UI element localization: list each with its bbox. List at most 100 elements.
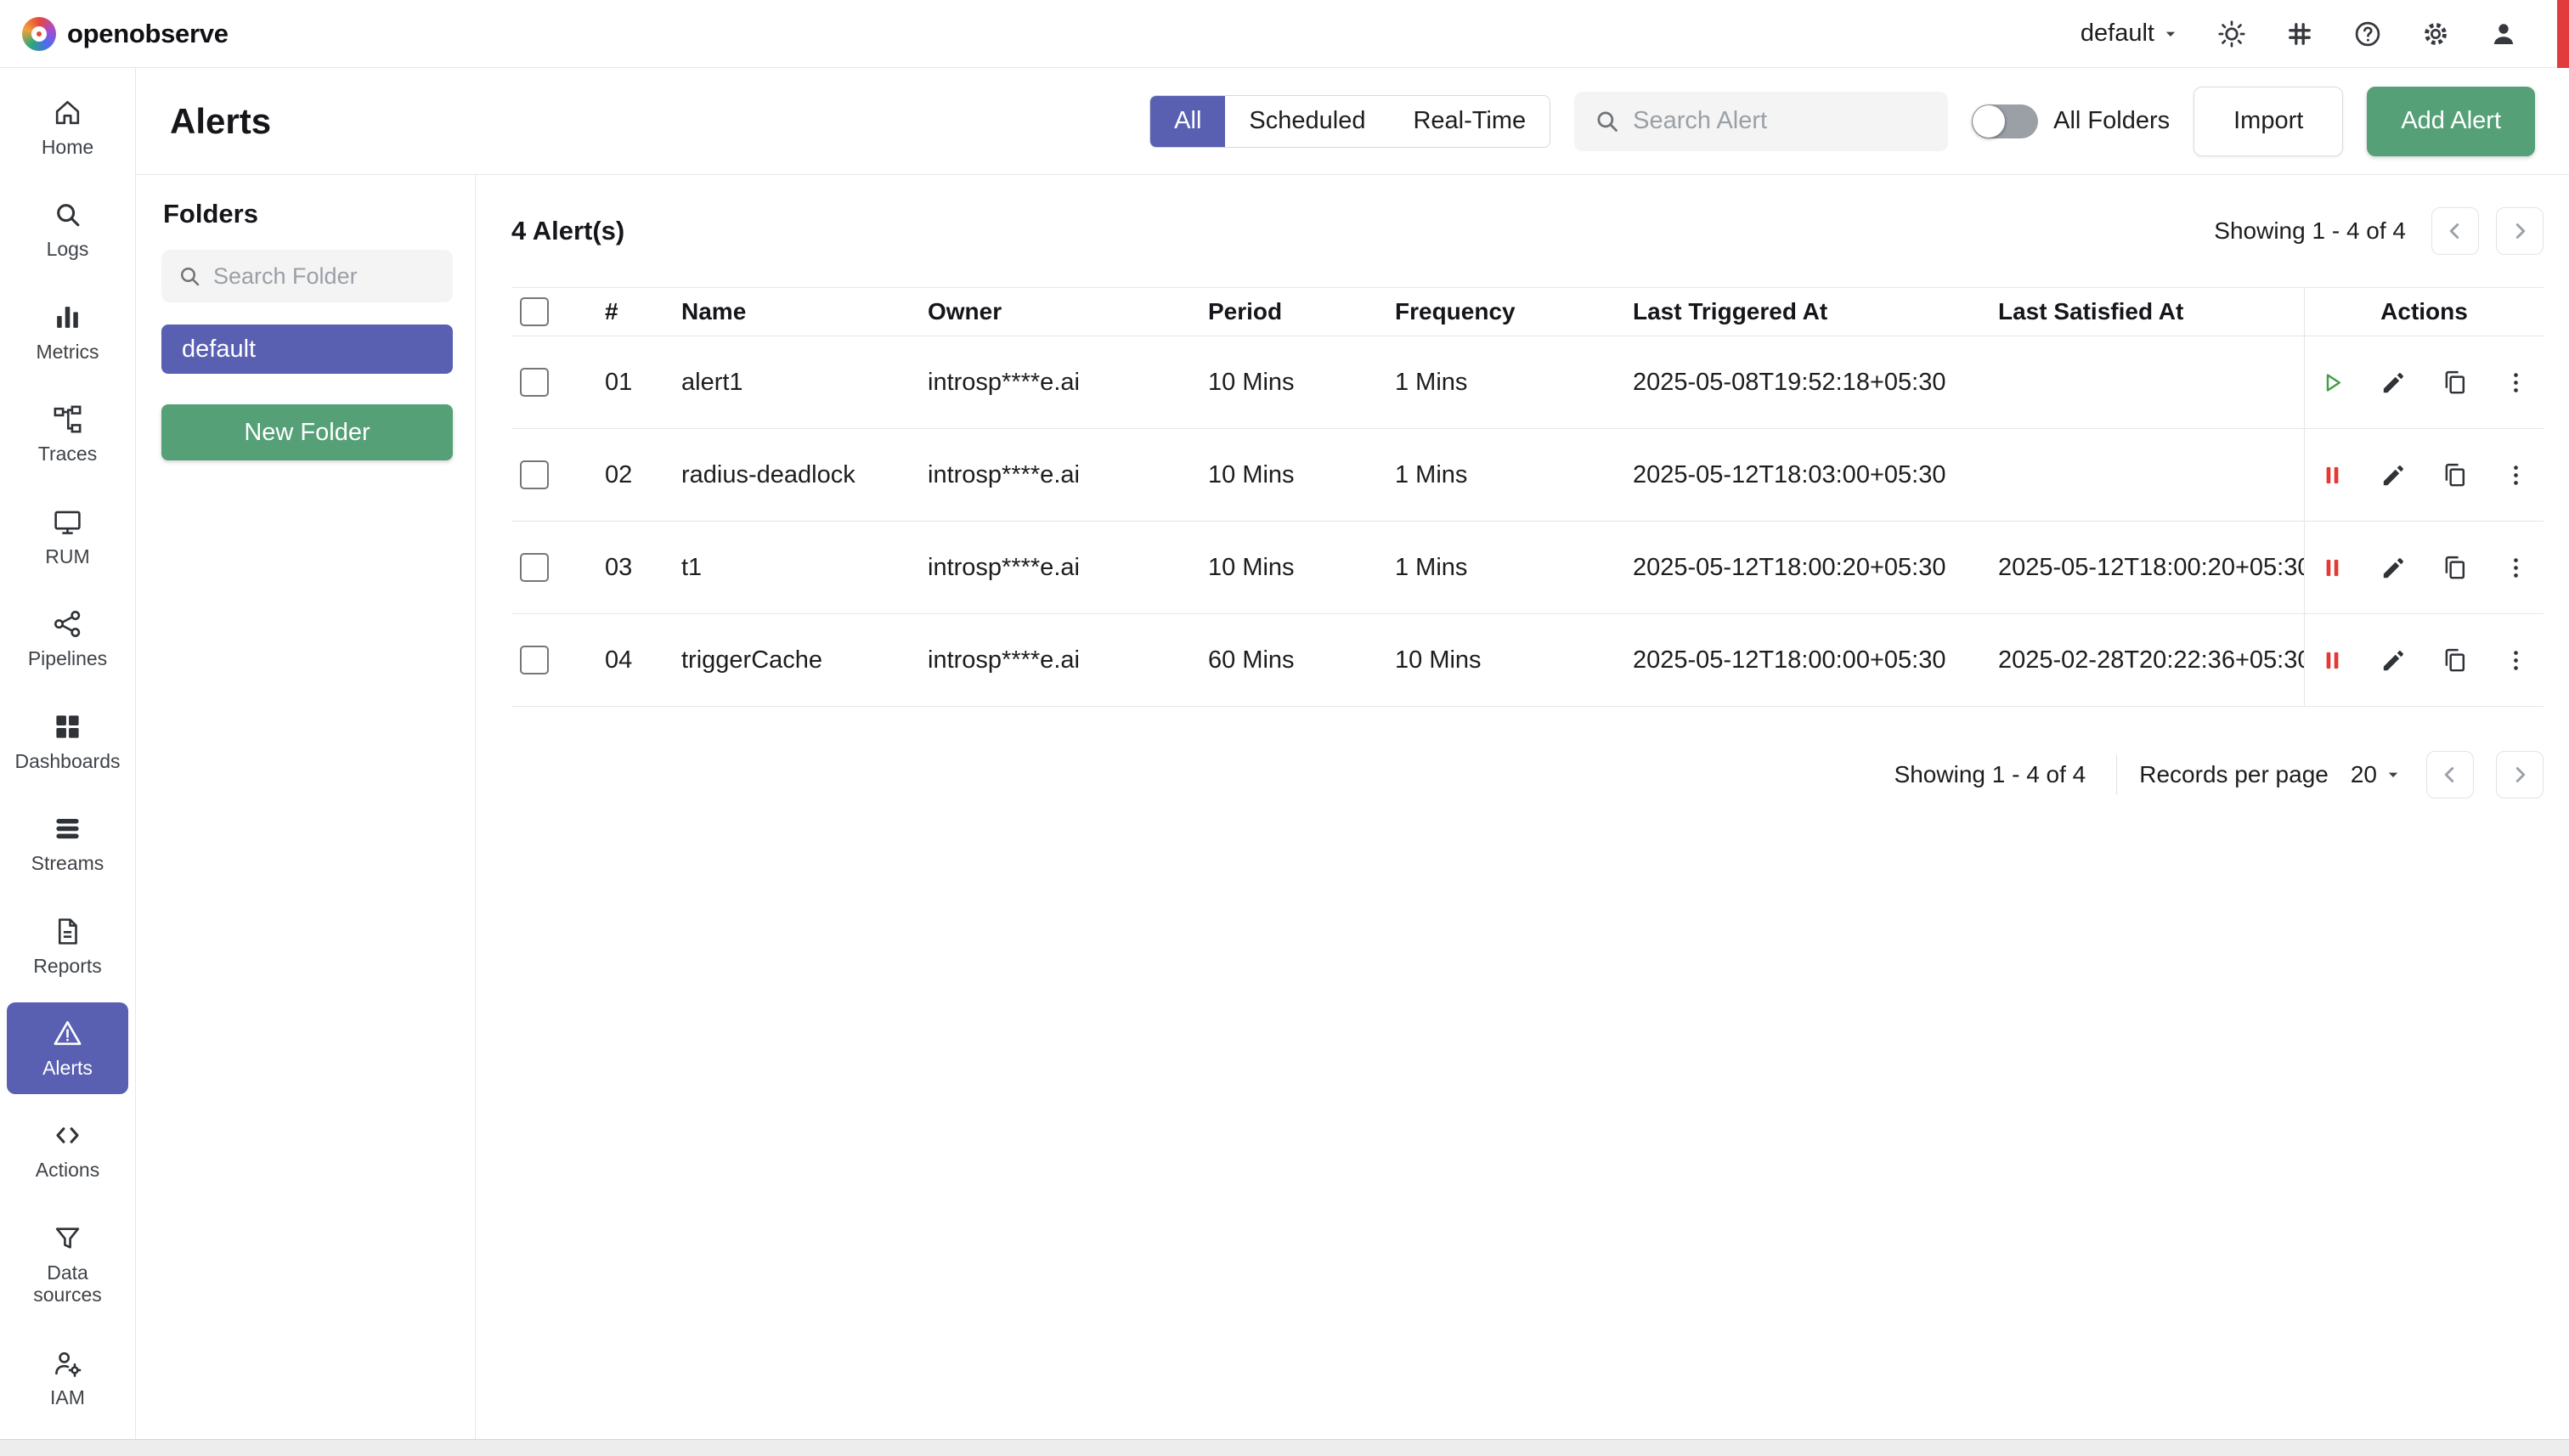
bottom-strip: [0, 1439, 2569, 1456]
row-checkbox[interactable]: [520, 646, 549, 674]
clone-alert-button[interactable]: [2437, 457, 2473, 493]
more-actions-button[interactable]: [2498, 642, 2534, 678]
table-row: 04 triggerCache introsp****e.ai 60 Mins …: [511, 614, 2544, 707]
chevron-left-icon: [2437, 762, 2463, 787]
all-folders-toggle[interactable]: [1972, 104, 2038, 138]
copy-icon: [2441, 369, 2469, 397]
alerts-table-pane: 4 Alert(s) Showing 1 - 4 of 4: [476, 175, 2569, 1439]
next-page-button-top[interactable]: [2496, 207, 2544, 255]
import-button[interactable]: Import: [2194, 87, 2343, 156]
sidebar-item-alerts[interactable]: Alerts: [7, 1002, 128, 1094]
sidebar-item-pipelines[interactable]: Pipelines: [7, 593, 128, 685]
home-icon: [52, 97, 83, 128]
prev-page-button-top[interactable]: [2431, 207, 2479, 255]
logo-text: openobserve: [67, 19, 229, 49]
main-area: Alerts All Scheduled Real-Time All Folde…: [136, 68, 2569, 1439]
user-gear-icon: [52, 1347, 83, 1379]
pencil-icon: [2380, 369, 2408, 397]
tab-scheduled[interactable]: Scheduled: [1225, 96, 1389, 147]
clone-alert-button[interactable]: [2437, 642, 2473, 678]
records-per-page-select[interactable]: 20: [2351, 761, 2404, 788]
sidebar-item-home[interactable]: Home: [7, 82, 128, 173]
clone-alert-button[interactable]: [2437, 550, 2473, 585]
row-checkbox[interactable]: [520, 553, 549, 582]
divider: [2116, 755, 2117, 794]
chevron-down-icon: [2382, 764, 2404, 786]
help-button[interactable]: [2350, 16, 2386, 52]
folders-title: Folders: [163, 199, 453, 229]
pipelines-icon: [52, 608, 83, 640]
edit-alert-button[interactable]: [2376, 457, 2412, 493]
search-icon: [177, 263, 202, 289]
user-icon: [2488, 19, 2519, 49]
top-bar: openobserve default: [0, 0, 2569, 68]
alert-type-tabs: All Scheduled Real-Time: [1149, 95, 1550, 148]
play-icon: [2318, 369, 2346, 397]
alert-search-box: [1574, 92, 1948, 151]
tab-real-time[interactable]: Real-Time: [1389, 96, 1550, 147]
next-page-button-bottom[interactable]: [2496, 751, 2544, 799]
edit-alert-button[interactable]: [2376, 550, 2412, 585]
sidebar-item-iam[interactable]: IAM: [7, 1332, 128, 1424]
warning-triangle-icon: [52, 1018, 83, 1049]
alert-name: triggerCache: [681, 646, 928, 674]
chevron-down-icon: [2160, 23, 2182, 45]
folders-panel: Folders default New Folder: [136, 175, 476, 1439]
select-all-checkbox[interactable]: [520, 297, 549, 326]
tab-all[interactable]: All: [1150, 96, 1225, 147]
org-selector[interactable]: default: [2081, 20, 2182, 48]
sidebar-item-rum[interactable]: RUM: [7, 491, 128, 583]
settings-button[interactable]: [2418, 16, 2453, 52]
sidebar-item-data-sources[interactable]: Data sources: [7, 1207, 128, 1322]
all-folders-toggle-group: All Folders: [1972, 104, 2170, 138]
alert-name: t1: [681, 554, 928, 582]
pause-alert-button[interactable]: [2315, 457, 2351, 493]
edit-alert-button[interactable]: [2376, 642, 2412, 678]
slack-icon: [2284, 19, 2315, 49]
row-checkbox[interactable]: [520, 460, 549, 489]
col-period: Period: [1208, 298, 1395, 325]
row-checkbox[interactable]: [520, 368, 549, 397]
copy-icon: [2441, 646, 2469, 674]
more-actions-button[interactable]: [2498, 457, 2534, 493]
more-actions-button[interactable]: [2498, 364, 2534, 400]
theme-toggle-button[interactable]: [2214, 16, 2250, 52]
slack-button[interactable]: [2282, 16, 2318, 52]
sidebar-item-actions[interactable]: Actions: [7, 1104, 128, 1196]
sidebar-item-logs[interactable]: Logs: [7, 183, 128, 275]
sidebar-item-traces[interactable]: Traces: [7, 388, 128, 480]
pause-alert-button[interactable]: [2315, 550, 2351, 585]
pencil-icon: [2380, 646, 2408, 674]
pencil-icon: [2380, 554, 2408, 582]
prev-page-button-bottom[interactable]: [2426, 751, 2474, 799]
table-header-row: # Name Owner Period Frequency Last Trigg…: [511, 287, 2544, 336]
folder-item-default[interactable]: default: [161, 324, 453, 374]
pause-alert-button[interactable]: [2315, 642, 2351, 678]
pause-icon: [2318, 461, 2346, 489]
table-row: 03 t1 introsp****e.ai 10 Mins 1 Mins 202…: [511, 522, 2544, 614]
search-folder-input[interactable]: [213, 263, 438, 290]
document-icon: [52, 916, 83, 947]
search-alert-input[interactable]: [1633, 107, 1929, 135]
add-alert-button[interactable]: Add Alert: [2367, 87, 2535, 156]
gear-icon: [2420, 19, 2451, 49]
sidebar-item-reports[interactable]: Reports: [7, 900, 128, 992]
col-num: #: [605, 298, 681, 325]
page-title: Alerts: [170, 101, 271, 142]
edit-alert-button[interactable]: [2376, 364, 2412, 400]
sidebar-item-metrics[interactable]: Metrics: [7, 286, 128, 378]
clone-alert-button[interactable]: [2437, 364, 2473, 400]
more-vert-icon: [2502, 646, 2530, 674]
profile-button[interactable]: [2486, 16, 2521, 52]
pause-icon: [2318, 646, 2346, 674]
monitor-icon: [52, 506, 83, 538]
sidebar-item-streams[interactable]: Streams: [7, 798, 128, 889]
resume-alert-button[interactable]: [2315, 364, 2351, 400]
more-actions-button[interactable]: [2498, 550, 2534, 585]
more-vert-icon: [2502, 461, 2530, 489]
sidebar-item-dashboards[interactable]: Dashboards: [7, 696, 128, 787]
toggle-knob: [1973, 105, 2005, 138]
new-folder-button[interactable]: New Folder: [161, 404, 453, 460]
traces-icon: [52, 404, 83, 435]
records-per-page-label: Records per page: [2139, 761, 2329, 788]
